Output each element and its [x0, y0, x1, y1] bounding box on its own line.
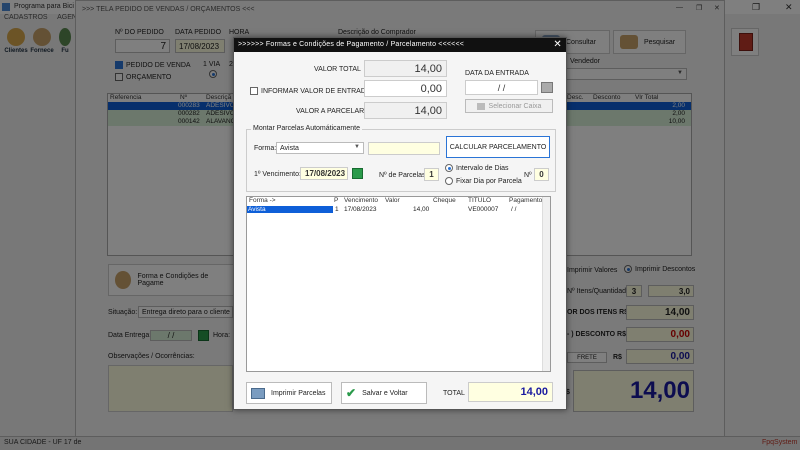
valor-total-label: VALOR TOTAL	[314, 66, 361, 73]
printer-icon	[251, 387, 265, 399]
parcelas-header-p: P	[334, 197, 339, 204]
n-label: Nº	[524, 172, 532, 179]
n-parcelas-field[interactable]: 1	[424, 168, 439, 181]
informar-entrada-option[interactable]: INFORMAR VALOR DE ENTRADA	[250, 87, 371, 95]
parcelas-header-valor: Valor	[385, 197, 400, 204]
valor-parcelar-label: VALOR A PARCELAR	[296, 108, 365, 115]
imprimir-parcelas-button[interactable]: Imprimir Parcelas	[246, 382, 332, 404]
parcela-vencimento-cell: 17/08/2023	[344, 206, 377, 213]
parcelas-grid[interactable]: Forma -> P Vencimento Valor Cheque TITUL…	[246, 196, 551, 372]
dialog-close-icon[interactable]: ✕	[553, 39, 562, 50]
parcelas-header-vencimento: Vencimento	[344, 197, 378, 204]
valor-parcelar-field: 14,00	[364, 102, 447, 119]
total-label: TOTAL	[443, 390, 465, 397]
parcelas-grid-header: Forma -> P Vencimento Valor Cheque TITUL…	[247, 197, 550, 205]
informar-entrada-checkbox[interactable]	[250, 87, 258, 95]
data-entrada-field[interactable]: / /	[465, 80, 538, 95]
chevron-down-icon: ▼	[354, 144, 360, 150]
n-field[interactable]: 0	[534, 168, 549, 181]
forma-label: Forma:	[254, 145, 277, 152]
valor-total-field: 14,00	[364, 60, 447, 77]
fixar-dia-radio[interactable]	[445, 177, 453, 185]
cash-register-icon	[476, 102, 485, 110]
parcelas-header-forma: Forma ->	[249, 197, 276, 204]
calendar-icon[interactable]	[541, 82, 553, 93]
fixar-dia-option[interactable]: Fixar Dia por Parcela	[445, 177, 522, 185]
valor-entrada-field[interactable]: 0,00	[364, 80, 447, 97]
intervalo-dias-option[interactable]: Intervalo de Dias	[445, 164, 509, 172]
dialog-title: >>>>>> Formas e Condições de Pagamento /…	[234, 38, 566, 52]
forma-select[interactable]: Avista ▼	[276, 142, 364, 154]
selecionar-caixa-button[interactable]: Selecionar Caixa	[465, 99, 553, 113]
vencimento-field[interactable]: 17/08/2023	[300, 167, 348, 180]
parcelas-header-titulo: TITULO	[468, 197, 492, 204]
forma-detail-field[interactable]	[368, 142, 440, 155]
n-parcelas-label: Nº de Parcelas	[379, 172, 426, 179]
vencimento-label: 1º Vencimento:	[254, 171, 301, 178]
parcela-p-cell: 1	[335, 206, 339, 213]
modal-total-field: 14,00	[468, 382, 553, 402]
parcela-pagamento-cell: / /	[511, 206, 517, 213]
parcela-forma-cell: Avista	[247, 206, 333, 213]
intervalo-dias-radio[interactable]	[445, 164, 453, 172]
checkmark-icon: ✔	[346, 386, 357, 400]
parcela-valor-cell: 14,00	[413, 206, 430, 213]
parcela-titulo-cell: VE000007	[468, 206, 499, 213]
calendar-icon[interactable]	[352, 168, 363, 179]
calcular-parcelamento-button[interactable]: CALCULAR PARCELAMENTO	[446, 136, 550, 158]
montar-parcelas-label: Montar Parcelas Automáticamente	[251, 125, 362, 132]
data-entrada-label: DATA DA ENTRADA	[465, 70, 529, 77]
parcelas-header-cheque: Cheque	[433, 197, 456, 204]
salvar-voltar-button[interactable]: ✔ Salvar e Voltar	[341, 382, 427, 404]
parcelas-scrollbar[interactable]	[542, 197, 550, 371]
table-row[interactable]: Avista 1 17/08/2023 14,00 VE000007 / /	[247, 206, 550, 214]
